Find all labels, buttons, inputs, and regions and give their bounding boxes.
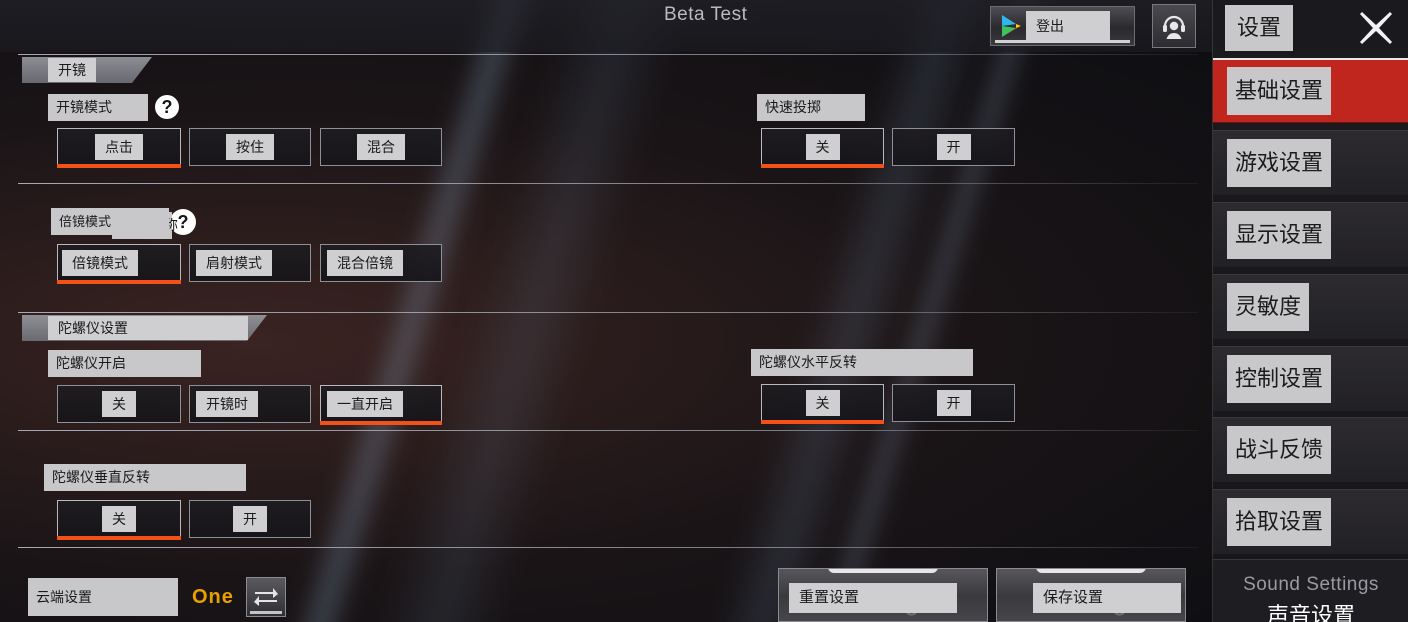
field-label-aim-mode: 开镜模式 [48, 94, 148, 121]
section-divider [18, 183, 1198, 184]
option-gyro-v-on[interactable]: 开 [189, 500, 311, 538]
option-gyro-h-on[interactable]: 开 [892, 384, 1015, 422]
close-x-icon[interactable] [1354, 6, 1398, 50]
option-label: 按住 [226, 134, 274, 160]
option-label: 肩射模式 [196, 250, 272, 276]
option-gyro-scoped[interactable]: 开镜时 [189, 385, 311, 423]
section-tab-gyroscope[interactable]: 陀螺仪设置 [22, 315, 267, 341]
option-scope-mode[interactable]: 倍镜模式 [57, 244, 181, 284]
option-label: 关 [805, 134, 840, 160]
field-label-gyro-horizontal-invert: 陀螺仪水平反转 [751, 349, 973, 376]
sidebar-item-pickup-settings[interactable]: 拾取设置 [1213, 489, 1408, 554]
option-label: 混合 [357, 134, 405, 160]
option-quick-throw-on[interactable]: 开 [892, 128, 1015, 166]
option-label: 开 [936, 134, 971, 160]
option-label: 开镜时 [196, 391, 258, 417]
section-divider [18, 54, 1198, 55]
sidebar-item-combat-feedback[interactable]: 战斗反馈 [1213, 417, 1408, 482]
option-label: 倍镜模式 [62, 250, 138, 276]
section-tab-label: 陀螺仪设置 [48, 316, 248, 340]
option-aim-mode-mixed[interactable]: 混合 [320, 128, 442, 166]
button-cap [828, 569, 938, 573]
option-aim-mode-hold[interactable]: 按住 [189, 128, 311, 166]
headset-support-icon[interactable] [1152, 4, 1196, 48]
sidebar-item-label: 显示设置 [1227, 211, 1332, 259]
option-label: 关 [805, 390, 840, 416]
sidebar-item-sound-settings[interactable]: Sound Settings 声音设置 [1213, 559, 1408, 622]
button-cap [1036, 569, 1146, 573]
sidebar-item-label: 战斗反馈 [1227, 426, 1332, 474]
option-label: 点击 [95, 134, 143, 160]
option-label: 一直开启 [327, 391, 403, 417]
option-gyro-off[interactable]: 关 [57, 385, 181, 423]
option-aim-mode-tap[interactable]: 点击 [57, 128, 181, 168]
section-divider [18, 547, 1198, 548]
sidebar-item-label: 拾取设置 [1227, 498, 1332, 546]
section-tab-label: 开镜 [48, 58, 96, 82]
field-label-quick-throw: 快速投掷 [757, 94, 865, 121]
section-divider [18, 430, 1198, 431]
sidebar-footer-en-label: Sound Settings [1243, 574, 1379, 595]
save-settings-button[interactable]: Settings 保存设置 [996, 568, 1186, 622]
option-shoulder-mode[interactable]: 肩射模式 [189, 244, 311, 282]
section-tab-aim[interactable]: 开镜 [22, 57, 152, 83]
option-gyro-v-off[interactable]: 关 [57, 500, 181, 540]
option-label: 开 [233, 506, 267, 532]
section-divider [18, 312, 1198, 313]
sidebar-item-label: 基础设置 [1227, 67, 1332, 115]
google-play-triangle-icon [999, 13, 1023, 39]
reset-settings-button[interactable]: Settings 重置设置 [778, 568, 988, 622]
beta-test-label: Beta Test [664, 4, 748, 25]
option-label: 混合倍镜 [327, 250, 403, 276]
field-label-gyro-vertical-invert: 陀螺仪垂直反转 [44, 464, 246, 491]
option-label: 关 [102, 391, 136, 417]
save-settings-label: 保存设置 [1033, 583, 1181, 613]
field-label-gyro-enable: 陀螺仪开启 [48, 350, 201, 377]
sidebar-item-basic-settings[interactable]: 基础设置 [1213, 58, 1408, 123]
sidebar-item-control-settings[interactable]: 控制设置 [1213, 346, 1408, 411]
swap-arrows-icon[interactable] [246, 577, 286, 617]
game-settings-screen: Beta Test 登出 开镜 开镜模式 ? 点击 按住 混合 快速投掷 关 开… [0, 0, 1408, 622]
field-label-scope-mode: 倍镜模式 [51, 208, 169, 235]
help-question-icon[interactable]: ? [155, 95, 179, 119]
cloud-slot-value: One [192, 586, 234, 608]
sidebar-item-game-settings[interactable]: 游戏设置 [1213, 130, 1408, 195]
option-mixed-scope[interactable]: 混合倍镜 [320, 244, 442, 282]
sidebar-item-label: 控制设置 [1227, 355, 1332, 403]
sidebar-footer-cn-label: 声音设置 [1266, 603, 1355, 622]
settings-sidebar: 设置 基础设置 游戏设置 显示设置 灵敏度 控制设置 战斗反馈 拾取设置 Sou… [1212, 0, 1408, 622]
sidebar-title: 设置 [1225, 4, 1294, 51]
logout-button[interactable]: 登出 [990, 6, 1135, 46]
reset-settings-label: 重置设置 [789, 583, 957, 613]
option-quick-throw-off[interactable]: 关 [761, 128, 884, 168]
logout-button-label: 登出 [1026, 11, 1110, 41]
option-label: 开 [936, 390, 971, 416]
option-label: 关 [102, 506, 136, 532]
sidebar-item-label: 灵敏度 [1227, 283, 1310, 331]
sidebar-item-sensitivity[interactable]: 灵敏度 [1213, 274, 1408, 339]
option-gyro-h-off[interactable]: 关 [761, 384, 884, 424]
sidebar-item-label: 游戏设置 [1227, 139, 1332, 187]
top-bar: Beta Test 登出 [0, 0, 1212, 52]
cloud-settings-label: 云端设置 [28, 578, 178, 616]
settings-content: 开镜 开镜模式 ? 点击 按住 混合 快速投掷 关 开 倍镜模式 第三人称 ? … [0, 52, 1212, 622]
option-gyro-always[interactable]: 一直开启 [320, 385, 442, 425]
sidebar-item-display-settings[interactable]: 显示设置 [1213, 202, 1408, 267]
